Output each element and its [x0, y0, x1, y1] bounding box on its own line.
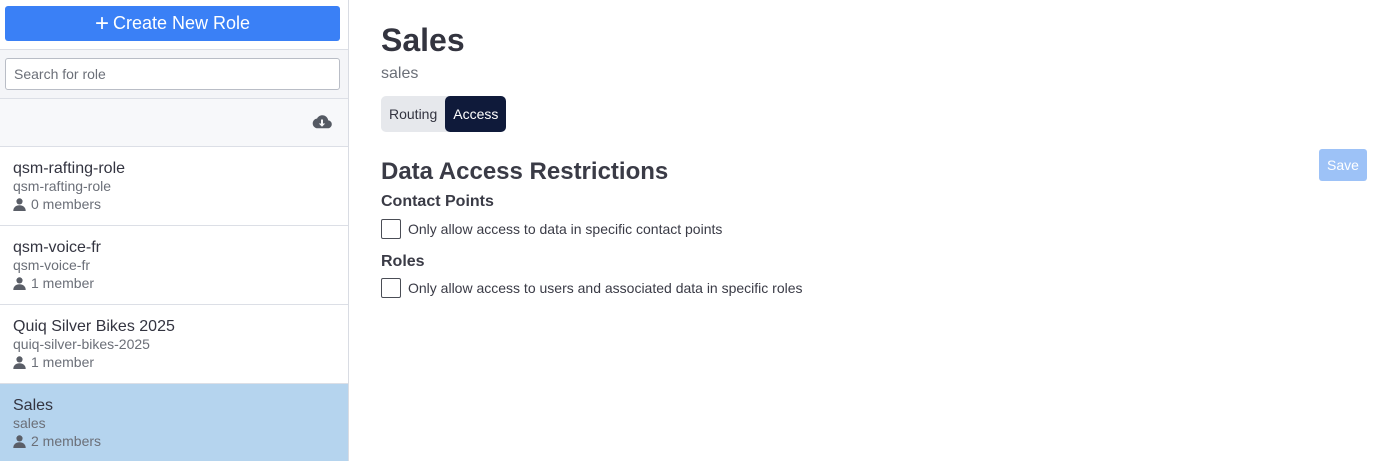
role-list-item[interactable]: qsm-rafting-role qsm-rafting-role 0 memb…	[0, 147, 348, 226]
role-member-count: 2 members	[13, 432, 335, 450]
role-list-toolbar	[0, 99, 348, 147]
tab-routing[interactable]: Routing	[381, 96, 445, 132]
role-detail-panel: Sales sales Routing Access Data Access R…	[349, 0, 1381, 461]
roles-option-label: Only allow access to users and associate…	[408, 280, 803, 296]
contact-points-restriction-row: Only allow access to data in specific co…	[381, 219, 722, 239]
user-icon	[13, 355, 26, 369]
role-list-item[interactable]: Quiq Silver Bikes 2025 quiq-silver-bikes…	[0, 305, 348, 384]
user-icon	[13, 276, 26, 290]
roles-heading: Roles	[381, 253, 425, 270]
role-search-input[interactable]	[5, 58, 340, 90]
role-members-label: 2 members	[31, 433, 102, 449]
role-name: Sales	[13, 397, 54, 414]
contact-points-option-label: Only allow access to data in specific co…	[408, 221, 723, 237]
role-list: qsm-rafting-role qsm-rafting-role 0 memb…	[0, 147, 348, 461]
save-button[interactable]: Save	[1319, 149, 1367, 181]
roles-checkbox[interactable]	[381, 278, 401, 298]
plus-icon: +	[94, 9, 109, 37]
role-members-label: 1 member	[31, 354, 95, 370]
user-icon	[13, 197, 26, 211]
contact-points-heading: Contact Points	[381, 193, 494, 210]
role-members-label: 0 members	[31, 196, 102, 212]
cloud-download-icon[interactable]	[312, 114, 332, 130]
tab-access[interactable]: Access	[445, 96, 507, 132]
role-name: Quiq Silver Bikes 2025	[13, 318, 175, 335]
role-slug: sales	[13, 415, 46, 431]
user-icon	[13, 434, 26, 448]
create-new-role-label: Create New Role	[112, 13, 251, 33]
role-members-label: 1 member	[31, 275, 95, 291]
section-title: Data Access Restrictions	[381, 158, 669, 185]
roles-restriction-row: Only allow access to users and associate…	[381, 278, 803, 298]
role-name: qsm-rafting-role	[13, 160, 126, 177]
role-name: qsm-voice-fr	[13, 239, 102, 256]
role-slug: qsm-voice-fr	[13, 257, 91, 273]
role-list-item-selected[interactable]: Sales sales 2 members	[0, 384, 348, 461]
role-list-item[interactable]: qsm-voice-fr qsm-voice-fr 1 member	[0, 226, 348, 305]
role-member-count: 0 members	[13, 195, 335, 213]
role-slug: quiq-silver-bikes-2025	[13, 336, 150, 352]
page-slug: sales	[381, 65, 419, 82]
create-role-area: + Create New Role	[0, 0, 348, 50]
role-member-count: 1 member	[13, 274, 335, 292]
tab-bar: Routing Access	[381, 96, 507, 132]
role-member-count: 1 member	[13, 353, 335, 371]
contact-points-checkbox[interactable]	[381, 219, 401, 239]
search-area	[0, 50, 348, 99]
sidebar: + Create New Role qsm-rafting-role qsm-r…	[0, 0, 349, 461]
page-title: Sales	[381, 22, 465, 58]
role-slug: qsm-rafting-role	[13, 178, 112, 194]
create-new-role-button[interactable]: + Create New Role	[5, 6, 340, 41]
